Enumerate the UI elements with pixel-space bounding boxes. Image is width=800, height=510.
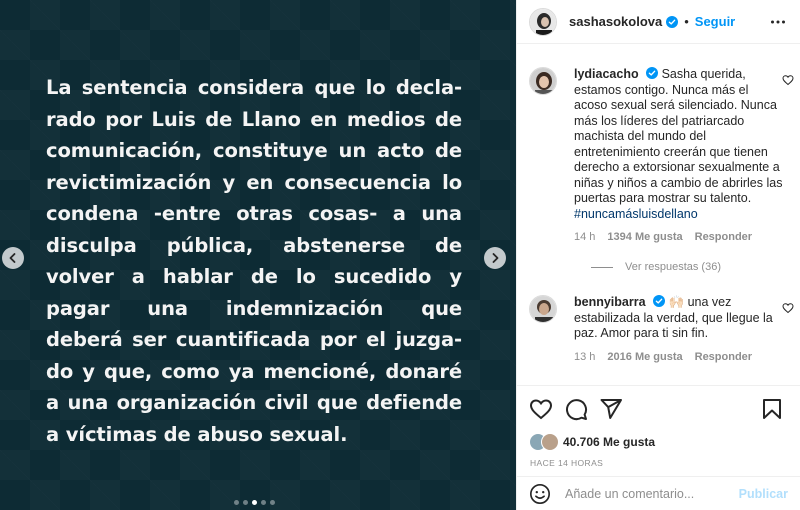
view-replies-label: Ver respuestas (36) <box>625 261 721 273</box>
post-media[interactable]: La sentencia considera que lo decla- rad… <box>0 0 516 510</box>
slide-text-line: rado por Luis de Llano en medios de <box>46 107 462 131</box>
slide-text-line: disculpa pública, abstenerse de <box>46 233 462 257</box>
comment-text: Sasha querida, estamos contigo. Nunca má… <box>574 67 783 205</box>
comment-meta: 14 h 1394 Me gusta Responder <box>574 231 800 243</box>
comments-list[interactable]: lydiacacho Sasha querida, estamos contig… <box>517 45 800 383</box>
slide-dot <box>234 500 239 505</box>
slide-text-line: comunicación, constituye un acto de <box>46 139 462 162</box>
comment-emoji: 🙌🏻 <box>668 295 685 309</box>
verified-badge-icon <box>666 15 679 28</box>
liker-avatars <box>529 433 561 451</box>
action-bar <box>517 386 800 432</box>
author-avatar[interactable] <box>529 7 557 36</box>
next-slide-button[interactable] <box>484 247 506 269</box>
replies-divider-line <box>591 266 613 268</box>
comment-like-heart-icon[interactable] <box>782 74 794 86</box>
slide-dot <box>243 500 248 505</box>
post-header: sashasokolova • Seguir <box>517 0 800 44</box>
comment-username[interactable]: lydiacacho <box>574 67 639 81</box>
comment-username[interactable]: bennyibarra <box>574 295 646 309</box>
likes-summary[interactable]: 40.706 Me gusta <box>517 432 800 452</box>
reply-button[interactable]: Responder <box>695 231 752 243</box>
add-comment-bar: Publicar <box>517 476 800 510</box>
share-icon[interactable] <box>599 397 623 421</box>
comment-hashtag[interactable]: #nuncamásluisdellano <box>574 207 698 221</box>
more-options-icon[interactable] <box>770 14 786 30</box>
view-replies-button[interactable]: Ver respuestas (36) <box>591 261 800 273</box>
follow-button[interactable]: Seguir <box>695 14 735 29</box>
slide-text-line: pagar una indemnización que <box>46 296 462 320</box>
comment-item: lydiacacho Sasha querida, estamos contig… <box>517 67 800 273</box>
author-avatar-image <box>530 8 556 35</box>
comment-like-heart-icon[interactable] <box>782 302 794 314</box>
comment-time[interactable]: 13 h <box>574 351 595 363</box>
slide-dot <box>270 500 275 505</box>
slide-text-line: a víctimas de abuso sexual. <box>46 422 348 446</box>
post-timestamp[interactable]: HACE 14 HORAS <box>517 452 800 468</box>
slide-text-line: revictimización y en consecuencia lo <box>46 170 462 194</box>
verified-badge-icon <box>646 67 659 79</box>
comment-likes[interactable]: 1394 Me gusta <box>607 231 682 243</box>
comment-likes[interactable]: 2016 Me gusta <box>607 351 682 363</box>
comment-meta: 13 h 2016 Me gusta Responder <box>574 351 800 363</box>
slide-text-line: a una organización civil que defiende <box>46 391 462 414</box>
publish-button[interactable]: Publicar <box>739 487 788 501</box>
comment-item: bennyibarra 🙌🏻 una vez estabilizada la v… <box>517 295 800 363</box>
author-username[interactable]: sashasokolova <box>569 14 662 29</box>
chevron-left-icon <box>9 253 16 263</box>
slide-text-line: deberá ser cuantificada por el juzga- <box>46 328 462 351</box>
comment-body: lydiacacho Sasha querida, estamos contig… <box>574 67 784 222</box>
bookmark-icon[interactable] <box>760 397 784 421</box>
commenter-avatar[interactable] <box>529 67 557 95</box>
comment-icon[interactable] <box>564 397 588 421</box>
header-separator: • <box>684 14 689 29</box>
comment-input[interactable] <box>565 486 739 501</box>
slide-dot <box>261 500 266 505</box>
chevron-right-icon <box>492 253 499 263</box>
post-sidebar: sashasokolova • Seguir lydiacacho Sasha … <box>516 0 800 510</box>
post-actions-section: 40.706 Me gusta HACE 14 HORAS <box>517 385 800 468</box>
comment-body: bennyibarra 🙌🏻 una vez estabilizada la v… <box>574 295 784 342</box>
commenter-avatar-image <box>530 68 556 94</box>
liker-avatar <box>541 433 559 451</box>
heart-icon[interactable] <box>529 397 553 421</box>
previous-slide-button[interactable] <box>2 247 24 269</box>
slide-text-line: volver a hablar de lo sucedido y <box>46 265 462 288</box>
reply-button[interactable]: Responder <box>695 351 752 363</box>
commenter-avatar-image <box>530 296 556 322</box>
slide-text-line: condena -entre otras cosas- a una <box>46 202 462 225</box>
slide-indicator <box>234 500 275 505</box>
slide-text: La sentencia considera que lo decla- rad… <box>46 72 462 450</box>
commenter-avatar[interactable] <box>529 295 557 323</box>
verified-badge-icon <box>653 295 666 307</box>
slide-text-line: La sentencia considera que lo decla- <box>46 76 462 99</box>
slide-text-line: do y que, como ya mencioné, donaré <box>46 359 462 383</box>
emoji-icon[interactable] <box>529 483 551 505</box>
slide-dot-active <box>252 500 257 505</box>
likes-count[interactable]: 40.706 Me gusta <box>563 435 655 449</box>
comment-time[interactable]: 14 h <box>574 231 595 243</box>
